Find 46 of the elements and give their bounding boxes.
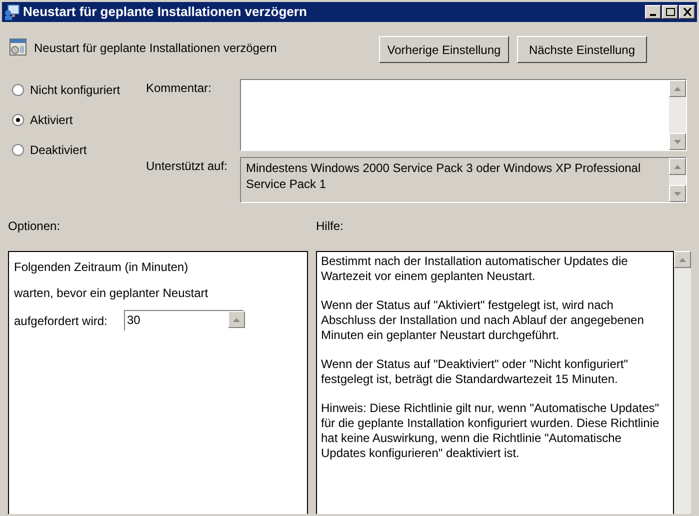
scroll-down-button[interactable] — [669, 185, 686, 202]
scroll-up-button[interactable] — [669, 80, 686, 97]
maximize-icon — [666, 8, 674, 16]
maximize-button[interactable] — [662, 5, 678, 19]
previous-setting-button[interactable]: Vorherige Einstellung — [379, 36, 509, 63]
help-label: Hilfe: — [316, 218, 344, 235]
caret-up-icon — [233, 318, 240, 322]
help-text: Wenn der Status auf "Deaktiviert" oder "Nicht konfiguriert" festgelegt ist, beträgt die Standardwartezeit 15 Minuten. — [321, 357, 629, 387]
help-text: Wenn der Status auf "Aktiviert" festgelegt ist, wird nach Abschluss der Installation und nach Ablauf der angegebenen Minuten ein geplanter Neustart durchgeführt. — [321, 298, 645, 343]
radio-button[interactable] — [12, 114, 24, 126]
caret-up-icon — [674, 86, 681, 90]
policy-title: Neustart für geplante Installationen verzögern — [34, 40, 277, 57]
radio-button[interactable] — [12, 144, 24, 156]
caret-up-icon — [679, 258, 686, 262]
close-button[interactable] — [679, 5, 695, 19]
radio-option[interactable]: Deaktiviert — [12, 141, 146, 159]
caret-up-icon — [674, 164, 681, 168]
comment-label: Kommentar: — [146, 80, 212, 97]
caret-down-icon — [674, 192, 681, 196]
scrollbar[interactable] — [669, 80, 686, 150]
minutes-label: aufgefordert wird: — [14, 312, 108, 330]
policy-icon — [9, 38, 27, 56]
radio-button[interactable] — [12, 84, 24, 96]
scrollbar[interactable] — [669, 158, 686, 202]
supported-label: Unterstützt auf: — [146, 158, 228, 175]
scroll-down-button[interactable] — [669, 133, 686, 150]
radio-option[interactable]: Nicht konfiguriert — [12, 81, 146, 99]
options-text: Folgenden Zeitraum (in Minuten) — [14, 259, 190, 276]
scroll-up-button[interactable] — [228, 311, 245, 328]
caret-down-icon — [674, 140, 681, 144]
close-icon — [682, 8, 692, 16]
comment-field[interactable] — [240, 79, 687, 151]
next-setting-button[interactable]: Nächste Einstellung — [517, 36, 647, 63]
supported-text: Mindestens Windows 2000 Service Pack 3 oder Windows XP Professional Service Pack 1 — [245, 160, 642, 193]
help-text: Hinweis: Diese Richtlinie gilt nur, wenn "Automatische Updates" für die geplante Installation konfiguriert wurden. Diese Richtlinie hat keine Auswirkung, wenn die Richtlinie "Automatische Updates konfigurieren" deaktiviert ist. — [321, 401, 660, 461]
help-text: Bestimmt nach der Installation automatischer Updates die Wartezeit vor einem geplanten Neustart. — [321, 254, 629, 284]
scroll-up-button[interactable] — [674, 251, 691, 268]
computer-icon — [4, 4, 20, 20]
minimize-button[interactable] — [645, 5, 661, 19]
radio-option[interactable]: Aktiviert — [12, 111, 146, 129]
scroll-up-button[interactable] — [669, 158, 686, 175]
options-text: warten, bevor ein geplanter Neustart — [14, 285, 210, 302]
options-label: Optionen: — [8, 218, 62, 235]
minutes-spinner[interactable]: 30 — [124, 310, 244, 331]
scrollbar[interactable] — [674, 251, 691, 514]
window-title: Neustart für geplante Installationen verzögern — [23, 3, 308, 22]
